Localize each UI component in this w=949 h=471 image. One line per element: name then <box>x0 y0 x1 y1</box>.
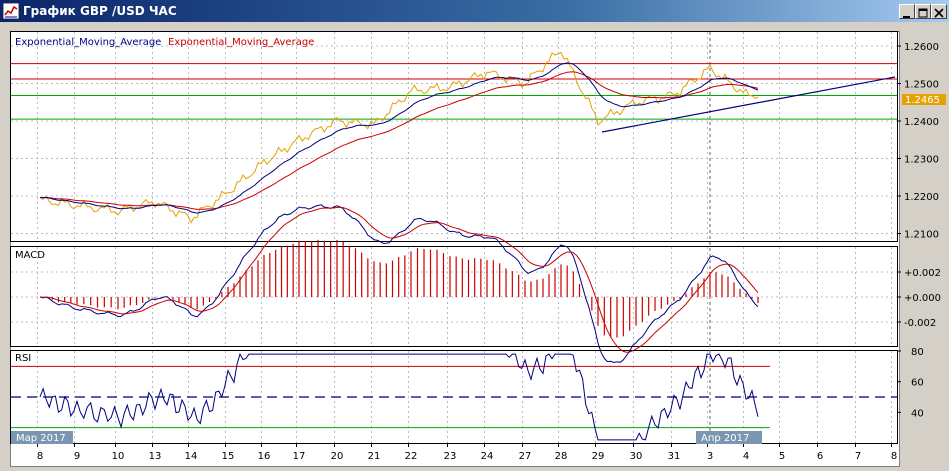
rsi-levels <box>11 365 897 429</box>
title-bar[interactable]: График GBP /USD ЧАС <box>0 0 949 22</box>
time-tick-label: 8 <box>37 451 43 462</box>
time-tick-label: 6 <box>817 451 823 462</box>
time-tick-label: 30 <box>630 451 643 462</box>
chart-window: График GBP /USD ЧАС Exponential_Moving_A… <box>0 0 949 471</box>
rsi-axis: 80 60 40 <box>897 347 924 419</box>
time-tick-label: 14 <box>185 451 198 462</box>
price-tick-label: 1.2500 <box>904 80 939 91</box>
time-tick-label: 10 <box>112 451 125 462</box>
time-tick-label: 24 <box>481 451 494 462</box>
macd-histogram <box>45 239 759 338</box>
minimize-icon <box>903 16 910 18</box>
maximize-icon <box>918 8 928 18</box>
time-tick-label: 17 <box>293 451 306 462</box>
time-tick-label: 9 <box>74 451 80 462</box>
grid <box>11 32 897 443</box>
time-tick-label: 27 <box>519 451 532 462</box>
chart-canvas[interactable]: Exponential_Moving_Average Exponential_M… <box>10 31 949 471</box>
time-tick-label: 8 <box>891 451 897 462</box>
macd-tick-label: +0.000 <box>904 293 941 304</box>
chart-app-icon <box>3 3 19 19</box>
time-tick-label: 7 <box>855 451 861 462</box>
ema-label-fast: Exponential_Moving_Average <box>15 37 161 48</box>
maximize-button[interactable] <box>915 4 931 19</box>
time-tick-label: 3 <box>707 451 713 462</box>
period-tag-march-text: Мар 2017 <box>16 433 66 444</box>
time-tick-label: 23 <box>444 451 457 462</box>
time-tick-label: 22 <box>405 451 418 462</box>
period-tag-april: Апр 2017 <box>696 431 762 444</box>
ema-slow-line <box>39 71 759 210</box>
time-tick-label: 29 <box>592 451 605 462</box>
macd-tick-label: -0.002 <box>904 318 936 329</box>
rsi-tick-label: 60 <box>911 378 924 389</box>
current-price-text: 1.2465 <box>905 95 940 106</box>
time-tick-label: 13 <box>149 451 162 462</box>
ema-fast-line <box>39 62 759 214</box>
time-axis: 8 9 10 13 14 15 16 17 20 21 22 23 24 27 28 29 30 31 3 4 5 6 7 8 <box>37 443 897 462</box>
time-tick-label: 31 <box>668 451 681 462</box>
minimize-button[interactable] <box>899 4 915 19</box>
close-icon <box>934 8 944 18</box>
price-tick-label: 1.2600 <box>904 42 939 53</box>
period-tag-march: Мар 2017 <box>11 431 73 444</box>
time-tick-label: 28 <box>555 451 568 462</box>
macd-tick-label: +0.002 <box>904 268 941 279</box>
time-tick-label: 16 <box>258 451 271 462</box>
macd-label: MACD <box>15 250 45 261</box>
price-axis: 1.2600 1.2500 1.2400 1.2300 1.2200 1.2100 <box>897 42 939 241</box>
ema-label-slow: Exponential_Moving_Average <box>168 37 314 48</box>
time-tick-label: 21 <box>368 451 381 462</box>
rsi-tick-label: 40 <box>911 408 924 419</box>
time-tick-label: 15 <box>222 451 235 462</box>
time-tick-label: 4 <box>743 451 749 462</box>
price-tick-label: 1.2100 <box>904 230 939 241</box>
time-tick-label: 20 <box>331 451 344 462</box>
macd-axis: +0.002 +0.000 -0.002 <box>897 268 941 329</box>
price-tick-label: 1.2400 <box>904 117 939 128</box>
rsi-label: RSI <box>15 353 31 364</box>
price-series <box>39 51 759 224</box>
price-tick-label: 1.2200 <box>904 192 939 203</box>
trend-line[interactable] <box>601 76 896 133</box>
close-button[interactable] <box>931 4 947 19</box>
rsi-tick-label: 80 <box>911 347 924 358</box>
price-tick-label: 1.2300 <box>904 155 939 166</box>
macd-panel-frame <box>10 246 898 347</box>
horizontal-levels <box>11 63 897 120</box>
period-tag-april-text: Апр 2017 <box>701 433 749 444</box>
price-panel-frame <box>10 31 898 242</box>
window-title: График GBP /USD ЧАС <box>23 4 177 18</box>
time-tick-label: 5 <box>779 451 785 462</box>
